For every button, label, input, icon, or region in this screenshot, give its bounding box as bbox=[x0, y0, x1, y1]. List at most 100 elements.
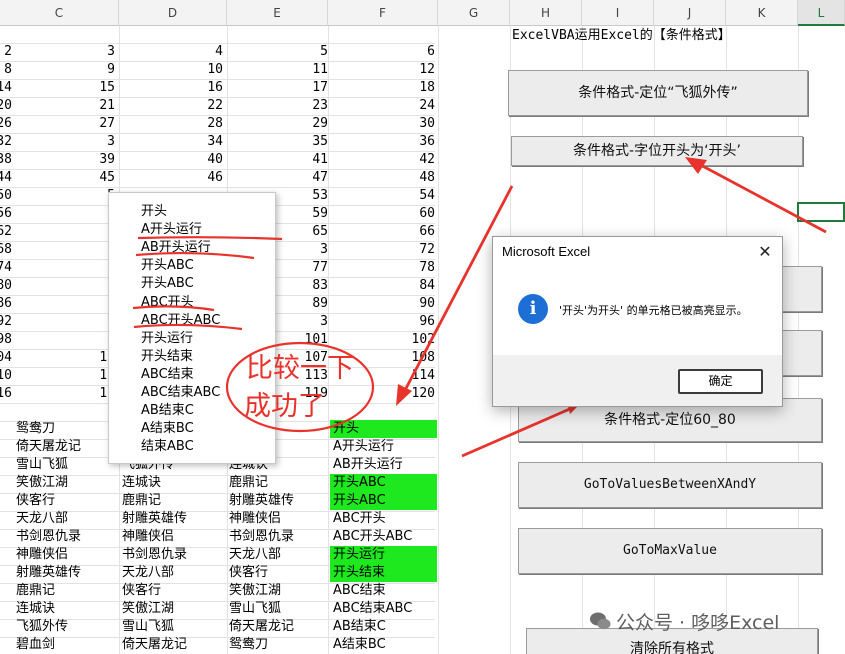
cell-d-text-10[interactable]: 侠客行 bbox=[122, 582, 226, 600]
cell-d-text-5[interactable]: 鹿鼎记 bbox=[122, 492, 226, 510]
cell-c-17[interactable]: 9 bbox=[55, 331, 115, 349]
ok-button[interactable]: 确定 bbox=[678, 369, 763, 394]
cell-f-5[interactable]: 30 bbox=[375, 115, 435, 133]
cell-e-text-13[interactable]: 鸳鸯刀 bbox=[229, 636, 327, 654]
cell-c-11[interactable]: 6 bbox=[55, 223, 115, 241]
cell-c-text-10[interactable]: 鹿鼎记 bbox=[16, 582, 118, 600]
dropdown-item[interactable]: ABC开头 bbox=[141, 294, 194, 312]
max-value-button[interactable]: GoToMaxValue bbox=[518, 528, 822, 574]
cell-e-5[interactable]: 29 bbox=[268, 115, 328, 133]
column-header-i[interactable]: I bbox=[582, 0, 654, 26]
cell-c-text-8[interactable]: 神雕侠侣 bbox=[16, 546, 118, 564]
cell-f-text-8[interactable]: 开头运行 bbox=[330, 546, 437, 564]
locate-feihu-button[interactable]: 条件格式-定位“飞狐外传” bbox=[508, 70, 808, 116]
cell-d-1[interactable]: 4 bbox=[163, 43, 223, 61]
cell-e-text-9[interactable]: 侠客行 bbox=[229, 564, 327, 582]
column-header-k[interactable]: K bbox=[726, 0, 798, 26]
filter-dropdown-list[interactable]: 开头 A开头运行 AB开头运行 开头ABC 开头ABC ABC开头 ABC开头ABC 开头运行… bbox=[108, 192, 276, 464]
cell-c-10[interactable]: 5 bbox=[55, 205, 115, 223]
cell-b-14[interactable]: 80 bbox=[0, 277, 12, 295]
cell-e-8[interactable]: 47 bbox=[268, 169, 328, 187]
cell-e-text-8[interactable]: 天龙八部 bbox=[229, 546, 327, 564]
cell-d-text-8[interactable]: 书剑恩仇录 bbox=[122, 546, 226, 564]
cell-b-15[interactable]: 86 bbox=[0, 295, 12, 313]
cell-d-4[interactable]: 22 bbox=[163, 97, 223, 115]
cell-c-text-9[interactable]: 射雕英雄传 bbox=[16, 564, 118, 582]
dropdown-item[interactable]: 开头ABC bbox=[141, 275, 194, 293]
cell-e-2[interactable]: 11 bbox=[268, 61, 328, 79]
cell-b-17[interactable]: 98 bbox=[0, 331, 12, 349]
cell-e-text-4[interactable]: 鹿鼎记 bbox=[229, 474, 327, 492]
cell-f-19[interactable]: 114 bbox=[375, 367, 435, 385]
active-cell-l10[interactable] bbox=[797, 202, 845, 222]
cell-c-19[interactable]: 11 bbox=[55, 367, 115, 385]
column-header-d[interactable]: D bbox=[119, 0, 227, 26]
cell-c-7[interactable]: 39 bbox=[55, 151, 115, 169]
cell-e-text-7[interactable]: 书剑恩仇录 bbox=[229, 528, 327, 546]
column-header-g[interactable]: G bbox=[438, 0, 510, 26]
dropdown-item[interactable]: A开头运行 bbox=[141, 221, 202, 239]
cell-e-1[interactable]: 5 bbox=[268, 43, 328, 61]
cell-f-text-4[interactable]: 开头ABC bbox=[330, 474, 437, 492]
cell-c-text-6[interactable]: 天龙八部 bbox=[16, 510, 118, 528]
cell-b-5[interactable]: 26 bbox=[0, 115, 12, 133]
cell-b-9[interactable]: 50 bbox=[0, 187, 12, 205]
cell-e-7[interactable]: 41 bbox=[268, 151, 328, 169]
cell-d-text-4[interactable]: 连城诀 bbox=[122, 474, 226, 492]
cell-e-13[interactable]: 77 bbox=[268, 259, 328, 277]
cell-e-10[interactable]: 59 bbox=[268, 205, 328, 223]
dropdown-item[interactable]: ABC结束ABC bbox=[141, 384, 220, 402]
cell-b-1[interactable]: 2 bbox=[0, 43, 12, 61]
column-header-h[interactable]: H bbox=[510, 0, 582, 26]
cell-c-text-2[interactable]: 倚天屠龙记 bbox=[16, 438, 118, 456]
cell-f-20[interactable]: 120 bbox=[375, 385, 435, 403]
spreadsheet[interactable]: C D E F G H I J K L ExcelVBA运用Excel的【条件格… bbox=[0, 0, 845, 654]
cell-d-5[interactable]: 28 bbox=[163, 115, 223, 133]
cell-c-12[interactable]: 6 bbox=[55, 241, 115, 259]
cell-f-18[interactable]: 108 bbox=[375, 349, 435, 367]
cell-e-11[interactable]: 65 bbox=[268, 223, 328, 241]
cell-e-14[interactable]: 83 bbox=[268, 277, 328, 295]
cell-f-4[interactable]: 24 bbox=[375, 97, 435, 115]
cell-b-2[interactable]: 8 bbox=[0, 61, 12, 79]
cell-f-1[interactable]: 6 bbox=[375, 43, 435, 61]
cell-d-6[interactable]: 34 bbox=[163, 133, 223, 151]
cell-f-17[interactable]: 102 bbox=[375, 331, 435, 349]
cell-c-20[interactable]: 11 bbox=[55, 385, 115, 403]
cell-c-4[interactable]: 21 bbox=[55, 97, 115, 115]
cell-b-18[interactable]: 104 bbox=[0, 349, 12, 367]
dropdown-item[interactable]: ABC结束 bbox=[141, 366, 194, 384]
cell-c-5[interactable]: 27 bbox=[55, 115, 115, 133]
cell-c-13[interactable] bbox=[55, 259, 115, 277]
hidden-button-2[interactable] bbox=[780, 330, 822, 376]
dropdown-item[interactable]: A结束BC bbox=[141, 420, 194, 438]
cell-e-text-6[interactable]: 神雕侠侣 bbox=[229, 510, 327, 528]
cell-d-2[interactable]: 10 bbox=[163, 61, 223, 79]
cell-c-14[interactable]: 8 bbox=[55, 277, 115, 295]
cell-f-text-11[interactable]: ABC结束ABC bbox=[330, 600, 437, 618]
cell-c-text-12[interactable]: 飞狐外传 bbox=[16, 618, 118, 636]
hidden-button-1[interactable] bbox=[780, 266, 822, 312]
column-header-c[interactable]: C bbox=[0, 0, 119, 26]
cell-f-text-3[interactable]: AB开头运行 bbox=[330, 456, 437, 474]
dropdown-item[interactable]: 开头ABC bbox=[141, 257, 194, 275]
cell-d-text-9[interactable]: 天龙八部 bbox=[122, 564, 226, 582]
cell-b-7[interactable]: 38 bbox=[0, 151, 12, 169]
cell-f-text-9[interactable]: 开头结束 bbox=[330, 564, 437, 582]
cell-b-19[interactable]: 110 bbox=[0, 367, 12, 385]
cell-f-text-10[interactable]: ABC结束 bbox=[330, 582, 437, 600]
cell-f-11[interactable]: 66 bbox=[375, 223, 435, 241]
cell-f-text-2[interactable]: A开头运行 bbox=[330, 438, 437, 456]
dropdown-item[interactable]: AB结束C bbox=[141, 402, 194, 420]
cell-f-10[interactable]: 60 bbox=[375, 205, 435, 223]
cell-e-text-12[interactable]: 倚天屠龙记 bbox=[229, 618, 327, 636]
cell-f-15[interactable]: 90 bbox=[375, 295, 435, 313]
cell-b-4[interactable]: 20 bbox=[0, 97, 12, 115]
cell-b-20[interactable]: 116 bbox=[0, 385, 12, 403]
cell-c-9[interactable]: 5 bbox=[55, 187, 115, 205]
starts-with-button[interactable]: 条件格式-字位开头为‘开头’ bbox=[511, 136, 803, 166]
cell-c-1[interactable]: 3 bbox=[55, 43, 115, 61]
dropdown-item[interactable]: 开头运行 bbox=[141, 330, 193, 348]
cell-f-2[interactable]: 12 bbox=[375, 61, 435, 79]
dropdown-item[interactable]: 结束ABC bbox=[141, 438, 194, 456]
